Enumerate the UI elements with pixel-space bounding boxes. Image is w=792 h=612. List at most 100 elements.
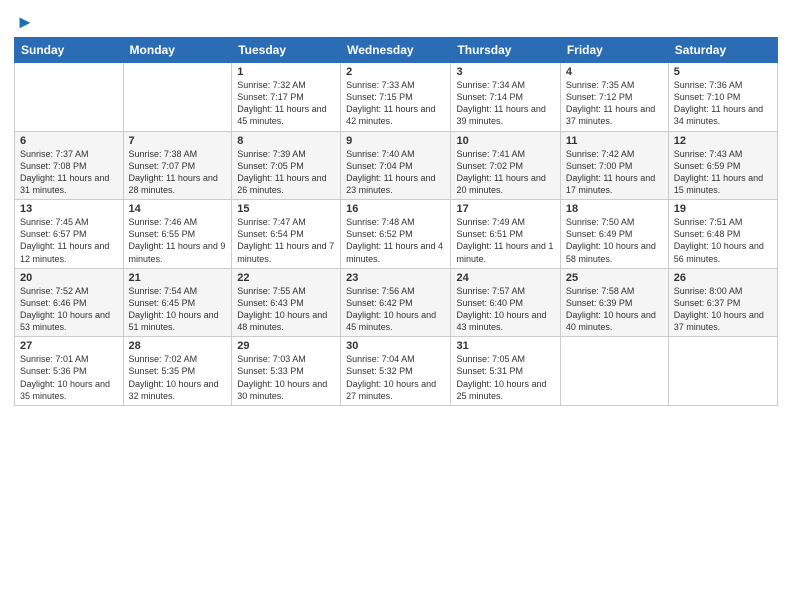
calendar-cell: 30Sunrise: 7:04 AM Sunset: 5:32 PM Dayli… xyxy=(341,337,451,406)
day-detail: Sunrise: 7:01 AM Sunset: 5:36 PM Dayligh… xyxy=(20,353,118,402)
day-detail: Sunrise: 7:02 AM Sunset: 5:35 PM Dayligh… xyxy=(129,353,227,402)
day-number: 1 xyxy=(237,66,335,78)
page-header: ► xyxy=(14,12,778,29)
calendar-cell: 15Sunrise: 7:47 AM Sunset: 6:54 PM Dayli… xyxy=(232,200,341,269)
calendar-cell xyxy=(15,63,124,132)
day-number: 21 xyxy=(129,272,227,284)
calendar-cell: 26Sunrise: 8:00 AM Sunset: 6:37 PM Dayli… xyxy=(668,268,777,337)
day-number: 19 xyxy=(674,203,772,215)
weekday-header-friday: Friday xyxy=(560,38,668,63)
day-detail: Sunrise: 7:49 AM Sunset: 6:51 PM Dayligh… xyxy=(456,216,554,265)
calendar-week-row: 27Sunrise: 7:01 AM Sunset: 5:36 PM Dayli… xyxy=(15,337,778,406)
day-detail: Sunrise: 8:00 AM Sunset: 6:37 PM Dayligh… xyxy=(674,285,772,334)
day-detail: Sunrise: 7:51 AM Sunset: 6:48 PM Dayligh… xyxy=(674,216,772,265)
day-detail: Sunrise: 7:35 AM Sunset: 7:12 PM Dayligh… xyxy=(566,79,663,128)
day-number: 17 xyxy=(456,203,554,215)
calendar-cell: 25Sunrise: 7:58 AM Sunset: 6:39 PM Dayli… xyxy=(560,268,668,337)
day-number: 27 xyxy=(20,340,118,352)
day-number: 10 xyxy=(456,135,554,147)
weekday-header-wednesday: Wednesday xyxy=(341,38,451,63)
page-container: ► SundayMondayTuesdayWednesdayThursdayFr… xyxy=(0,0,792,612)
day-detail: Sunrise: 7:38 AM Sunset: 7:07 PM Dayligh… xyxy=(129,148,227,197)
calendar-cell: 19Sunrise: 7:51 AM Sunset: 6:48 PM Dayli… xyxy=(668,200,777,269)
day-detail: Sunrise: 7:58 AM Sunset: 6:39 PM Dayligh… xyxy=(566,285,663,334)
weekday-header-tuesday: Tuesday xyxy=(232,38,341,63)
calendar-cell: 23Sunrise: 7:56 AM Sunset: 6:42 PM Dayli… xyxy=(341,268,451,337)
weekday-header-thursday: Thursday xyxy=(451,38,560,63)
day-detail: Sunrise: 7:54 AM Sunset: 6:45 PM Dayligh… xyxy=(129,285,227,334)
day-number: 7 xyxy=(129,135,227,147)
day-detail: Sunrise: 7:40 AM Sunset: 7:04 PM Dayligh… xyxy=(346,148,445,197)
calendar-cell xyxy=(560,337,668,406)
day-number: 30 xyxy=(346,340,445,352)
day-detail: Sunrise: 7:05 AM Sunset: 5:31 PM Dayligh… xyxy=(456,353,554,402)
calendar-cell: 4Sunrise: 7:35 AM Sunset: 7:12 PM Daylig… xyxy=(560,63,668,132)
calendar-cell: 16Sunrise: 7:48 AM Sunset: 6:52 PM Dayli… xyxy=(341,200,451,269)
day-number: 24 xyxy=(456,272,554,284)
day-number: 11 xyxy=(566,135,663,147)
day-number: 2 xyxy=(346,66,445,78)
day-detail: Sunrise: 7:36 AM Sunset: 7:10 PM Dayligh… xyxy=(674,79,772,128)
calendar-cell: 9Sunrise: 7:40 AM Sunset: 7:04 PM Daylig… xyxy=(341,131,451,200)
logo-bird-icon: ► xyxy=(16,12,34,33)
day-number: 20 xyxy=(20,272,118,284)
day-number: 22 xyxy=(237,272,335,284)
day-detail: Sunrise: 7:34 AM Sunset: 7:14 PM Dayligh… xyxy=(456,79,554,128)
day-detail: Sunrise: 7:39 AM Sunset: 7:05 PM Dayligh… xyxy=(237,148,335,197)
calendar-cell xyxy=(668,337,777,406)
calendar-cell: 27Sunrise: 7:01 AM Sunset: 5:36 PM Dayli… xyxy=(15,337,124,406)
calendar-cell: 24Sunrise: 7:57 AM Sunset: 6:40 PM Dayli… xyxy=(451,268,560,337)
day-number: 18 xyxy=(566,203,663,215)
calendar-cell: 5Sunrise: 7:36 AM Sunset: 7:10 PM Daylig… xyxy=(668,63,777,132)
day-detail: Sunrise: 7:37 AM Sunset: 7:08 PM Dayligh… xyxy=(20,148,118,197)
day-detail: Sunrise: 7:41 AM Sunset: 7:02 PM Dayligh… xyxy=(456,148,554,197)
day-detail: Sunrise: 7:33 AM Sunset: 7:15 PM Dayligh… xyxy=(346,79,445,128)
day-detail: Sunrise: 7:55 AM Sunset: 6:43 PM Dayligh… xyxy=(237,285,335,334)
calendar-cell: 3Sunrise: 7:34 AM Sunset: 7:14 PM Daylig… xyxy=(451,63,560,132)
weekday-header-sunday: Sunday xyxy=(15,38,124,63)
calendar-cell: 6Sunrise: 7:37 AM Sunset: 7:08 PM Daylig… xyxy=(15,131,124,200)
logo: ► xyxy=(14,12,34,29)
day-detail: Sunrise: 7:47 AM Sunset: 6:54 PM Dayligh… xyxy=(237,216,335,265)
calendar-cell: 21Sunrise: 7:54 AM Sunset: 6:45 PM Dayli… xyxy=(123,268,232,337)
calendar-week-row: 20Sunrise: 7:52 AM Sunset: 6:46 PM Dayli… xyxy=(15,268,778,337)
calendar-cell xyxy=(123,63,232,132)
calendar-week-row: 13Sunrise: 7:45 AM Sunset: 6:57 PM Dayli… xyxy=(15,200,778,269)
day-detail: Sunrise: 7:04 AM Sunset: 5:32 PM Dayligh… xyxy=(346,353,445,402)
day-detail: Sunrise: 7:42 AM Sunset: 7:00 PM Dayligh… xyxy=(566,148,663,197)
calendar-cell: 22Sunrise: 7:55 AM Sunset: 6:43 PM Dayli… xyxy=(232,268,341,337)
day-detail: Sunrise: 7:48 AM Sunset: 6:52 PM Dayligh… xyxy=(346,216,445,265)
day-number: 23 xyxy=(346,272,445,284)
day-number: 28 xyxy=(129,340,227,352)
calendar-cell: 8Sunrise: 7:39 AM Sunset: 7:05 PM Daylig… xyxy=(232,131,341,200)
calendar-cell: 20Sunrise: 7:52 AM Sunset: 6:46 PM Dayli… xyxy=(15,268,124,337)
calendar-cell: 11Sunrise: 7:42 AM Sunset: 7:00 PM Dayli… xyxy=(560,131,668,200)
day-number: 16 xyxy=(346,203,445,215)
calendar-cell: 31Sunrise: 7:05 AM Sunset: 5:31 PM Dayli… xyxy=(451,337,560,406)
calendar-cell: 13Sunrise: 7:45 AM Sunset: 6:57 PM Dayli… xyxy=(15,200,124,269)
weekday-header-monday: Monday xyxy=(123,38,232,63)
calendar-cell: 17Sunrise: 7:49 AM Sunset: 6:51 PM Dayli… xyxy=(451,200,560,269)
day-number: 6 xyxy=(20,135,118,147)
calendar-cell: 10Sunrise: 7:41 AM Sunset: 7:02 PM Dayli… xyxy=(451,131,560,200)
day-detail: Sunrise: 7:52 AM Sunset: 6:46 PM Dayligh… xyxy=(20,285,118,334)
calendar-cell: 12Sunrise: 7:43 AM Sunset: 6:59 PM Dayli… xyxy=(668,131,777,200)
day-number: 26 xyxy=(674,272,772,284)
day-number: 31 xyxy=(456,340,554,352)
calendar-cell: 28Sunrise: 7:02 AM Sunset: 5:35 PM Dayli… xyxy=(123,337,232,406)
day-detail: Sunrise: 7:56 AM Sunset: 6:42 PM Dayligh… xyxy=(346,285,445,334)
day-detail: Sunrise: 7:32 AM Sunset: 7:17 PM Dayligh… xyxy=(237,79,335,128)
calendar-cell: 18Sunrise: 7:50 AM Sunset: 6:49 PM Dayli… xyxy=(560,200,668,269)
day-detail: Sunrise: 7:50 AM Sunset: 6:49 PM Dayligh… xyxy=(566,216,663,265)
day-detail: Sunrise: 7:45 AM Sunset: 6:57 PM Dayligh… xyxy=(20,216,118,265)
day-detail: Sunrise: 7:43 AM Sunset: 6:59 PM Dayligh… xyxy=(674,148,772,197)
day-number: 15 xyxy=(237,203,335,215)
day-number: 13 xyxy=(20,203,118,215)
day-detail: Sunrise: 7:46 AM Sunset: 6:55 PM Dayligh… xyxy=(129,216,227,265)
weekday-header-row: SundayMondayTuesdayWednesdayThursdayFrid… xyxy=(15,38,778,63)
calendar-week-row: 1Sunrise: 7:32 AM Sunset: 7:17 PM Daylig… xyxy=(15,63,778,132)
calendar-cell: 1Sunrise: 7:32 AM Sunset: 7:17 PM Daylig… xyxy=(232,63,341,132)
calendar-week-row: 6Sunrise: 7:37 AM Sunset: 7:08 PM Daylig… xyxy=(15,131,778,200)
day-number: 25 xyxy=(566,272,663,284)
day-number: 14 xyxy=(129,203,227,215)
